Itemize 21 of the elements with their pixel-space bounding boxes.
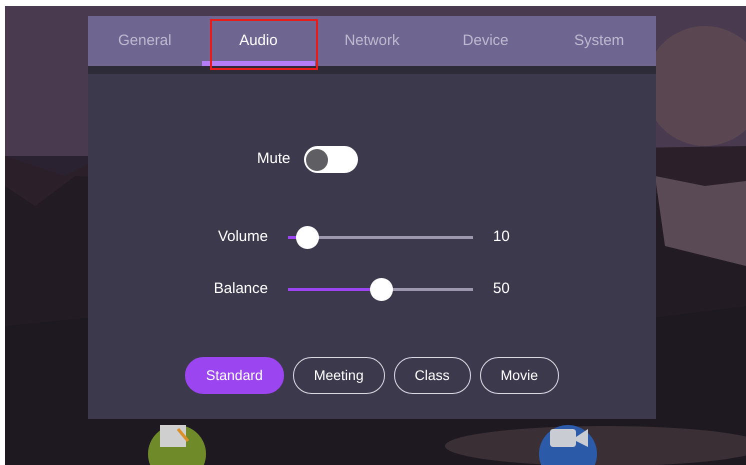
preset-button[interactable]: Standard — [184, 357, 284, 394]
settings-tab[interactable]: System — [542, 16, 656, 66]
preset-button[interactable]: Meeting — [292, 357, 385, 394]
slider-value: 50 — [493, 278, 510, 299]
preset-button[interactable]: Class — [394, 357, 471, 394]
slider[interactable] — [288, 278, 473, 300]
app-icon[interactable] — [148, 425, 206, 465]
preset-button[interactable]: Movie — [480, 357, 559, 394]
slider-thumb[interactable] — [296, 226, 318, 248]
slider[interactable] — [288, 226, 473, 248]
slider-thumb[interactable] — [370, 278, 392, 300]
slider-label: Volume — [216, 226, 269, 247]
video-camera-icon[interactable] — [538, 425, 598, 465]
settings-tab[interactable]: Device — [428, 16, 542, 66]
slider-fill — [288, 236, 296, 238]
slider-label: Balance — [212, 278, 269, 299]
settings-tab[interactable]: General — [88, 16, 202, 66]
slider-value: 10 — [493, 226, 510, 247]
settings-tab[interactable]: Network — [315, 16, 429, 66]
mute-label: Mute — [257, 149, 290, 170]
mute-toggle[interactable] — [304, 146, 358, 173]
